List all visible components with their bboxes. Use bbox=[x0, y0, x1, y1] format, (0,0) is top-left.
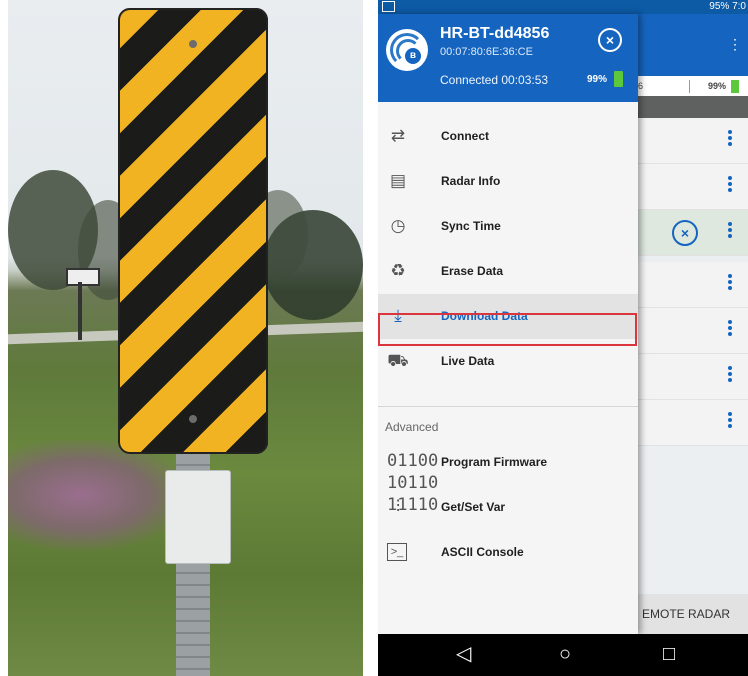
list-item[interactable] bbox=[638, 118, 748, 164]
list-header-bar bbox=[638, 96, 748, 118]
more-options-icon[interactable] bbox=[728, 222, 732, 240]
more-options-icon[interactable] bbox=[728, 320, 732, 338]
remote-radar-button[interactable]: EMOTE RADAR bbox=[638, 594, 748, 634]
back-icon[interactable]: ◁ bbox=[456, 644, 471, 664]
more-options-icon[interactable] bbox=[728, 176, 732, 194]
home-icon[interactable]: ○ bbox=[559, 644, 571, 664]
section-divider bbox=[378, 406, 638, 407]
highlight-annotation-box bbox=[378, 313, 637, 346]
menu-item-get-set-var[interactable]: ⫶ Get/Set Var bbox=[378, 485, 638, 530]
car-radar-icon: ⛟ bbox=[387, 351, 409, 370]
remote-radar-label: EMOTE RADAR bbox=[642, 607, 731, 621]
list-item[interactable] bbox=[638, 164, 748, 210]
menu-item-radar-info[interactable]: ▤ Radar Info bbox=[378, 159, 638, 204]
connection-status: Connected 00:03:53 bbox=[440, 73, 549, 87]
drawer-header: ʙ HR-BT-dd4856 00:07:80:6E:36:CE Connect… bbox=[378, 14, 638, 102]
binary-icon: 01100 10110 11110 bbox=[387, 451, 439, 515]
menu-item-label: ASCII Console bbox=[441, 545, 524, 559]
list-item[interactable] bbox=[638, 308, 748, 354]
radar-enclosure-box bbox=[165, 470, 231, 564]
section-header-advanced: Advanced bbox=[385, 420, 439, 434]
menu-item-label: Get/Set Var bbox=[441, 500, 506, 514]
phone-screen: 95% 7:0 ⋮ 6 99% × EMOTE RADAR ʙ HR-BT-dd… bbox=[378, 0, 748, 676]
menu-item-connect[interactable]: ⇄ Connect bbox=[378, 114, 638, 159]
sliders-icon: ⫶ bbox=[395, 497, 401, 516]
list-item[interactable] bbox=[638, 354, 748, 400]
navigation-drawer: ʙ HR-BT-dd4856 00:07:80:6E:36:CE Connect… bbox=[378, 14, 638, 634]
list-item-selected[interactable]: × bbox=[638, 210, 748, 256]
notification-icon bbox=[382, 1, 395, 12]
menu-item-erase-data[interactable]: ♻ Erase Data bbox=[378, 249, 638, 294]
device-mac: 00:07:80:6E:36:CE bbox=[440, 46, 533, 58]
distant-sign bbox=[66, 268, 100, 286]
menu-item-label: Live Data bbox=[441, 354, 495, 368]
partial-percent: 6 bbox=[638, 81, 644, 91]
list-item[interactable] bbox=[638, 400, 748, 446]
close-connection-icon[interactable]: × bbox=[598, 28, 622, 52]
menu-item-sync-time[interactable]: ◷ Sync Time bbox=[378, 204, 638, 249]
photo-roadside-radar bbox=[8, 0, 363, 676]
disconnect-icon[interactable]: × bbox=[672, 220, 698, 246]
header-battery-percent: 99% bbox=[587, 74, 608, 85]
recycle-icon: ♻ bbox=[390, 261, 406, 280]
menu-item-label: Connect bbox=[441, 129, 489, 143]
subbar-battery-percent: 99% bbox=[708, 81, 727, 91]
more-options-icon[interactable] bbox=[728, 412, 732, 430]
status-bar-info: 95% 7:0 bbox=[709, 1, 746, 12]
overflow-menu-icon[interactable]: ⋮ bbox=[728, 36, 742, 53]
menu-item-label: Erase Data bbox=[441, 264, 504, 278]
list-item[interactable] bbox=[638, 262, 748, 308]
menu-item-label: Program Firmware bbox=[441, 455, 548, 469]
more-options-icon[interactable] bbox=[728, 130, 732, 148]
battery-icon bbox=[614, 71, 623, 87]
menu-item-label: Radar Info bbox=[441, 174, 501, 188]
device-subbar: 6 99% bbox=[638, 76, 748, 97]
system-nav-bar: ◁ ○ □ bbox=[378, 634, 748, 676]
app-logo-icon: ʙ bbox=[386, 29, 428, 71]
bluetooth-icon: ʙ bbox=[405, 48, 421, 64]
menu-item-program-firmware[interactable]: 01100 10110 11110 Program Firmware bbox=[378, 440, 638, 515]
battery-icon bbox=[731, 80, 739, 93]
more-options-icon[interactable] bbox=[728, 366, 732, 384]
menu-item-label: Sync Time bbox=[441, 219, 501, 233]
status-bar: 95% 7:0 bbox=[378, 0, 748, 14]
recents-icon[interactable]: □ bbox=[663, 644, 675, 664]
menu-item-ascii-console[interactable]: >_ ASCII Console bbox=[378, 530, 638, 575]
clock-sync-icon: ◷ bbox=[390, 216, 406, 235]
console-icon: >_ bbox=[387, 543, 407, 561]
hazard-marker-sign bbox=[118, 8, 268, 454]
swap-arrows-icon: ⇄ bbox=[390, 126, 406, 145]
more-options-icon[interactable] bbox=[728, 274, 732, 292]
clipboard-icon: ▤ bbox=[389, 171, 407, 190]
device-name: HR-BT-dd4856 bbox=[440, 25, 550, 42]
